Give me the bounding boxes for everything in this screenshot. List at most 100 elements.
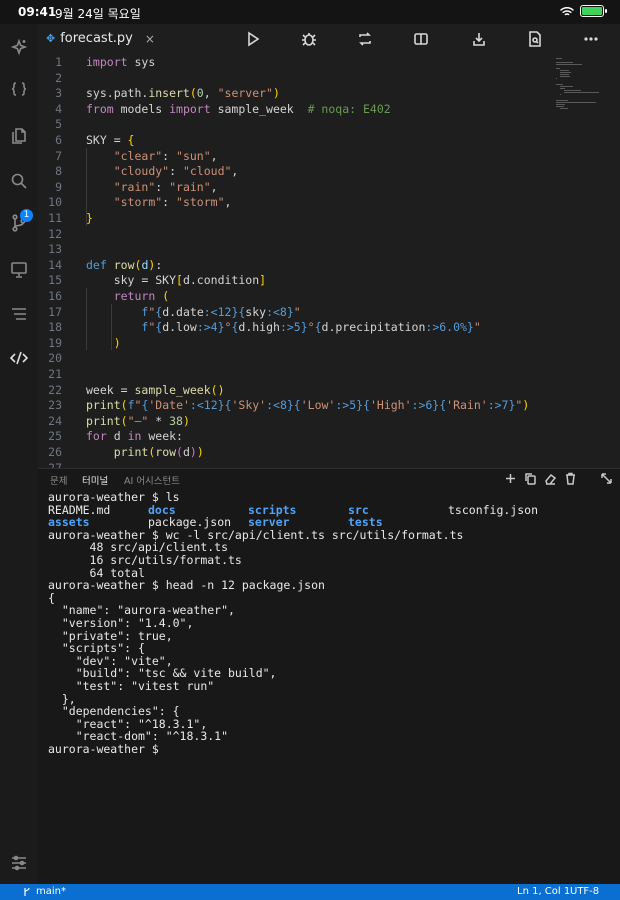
- minimap[interactable]: [556, 58, 600, 118]
- minimap-line: [556, 102, 596, 103]
- ls-directory: tests: [348, 515, 383, 530]
- debug-icon[interactable]: [300, 30, 318, 48]
- minimap-line: [560, 94, 561, 95]
- code-text: from models import sample_week # noqa: E…: [86, 101, 391, 116]
- files-icon[interactable]: [7, 124, 31, 148]
- ls-output: README.md docs scripts src tsconfig.json asse…: [48, 503, 618, 530]
- code-text: ): [113, 335, 121, 350]
- settings-sliders-icon[interactable]: [7, 851, 31, 875]
- indent-guide: [86, 147, 87, 226]
- ios-status-bar: 09:41 9월 24일 목요일: [0, 0, 620, 24]
- system-icons: [560, 5, 607, 17]
- run-icon[interactable]: [244, 30, 262, 48]
- terminal-line: "test": "vitest run": [48, 678, 215, 693]
- search-icon[interactable]: [7, 169, 31, 193]
- code-line: 6 SKY = {: [38, 132, 134, 148]
- line-number: 8: [55, 164, 62, 179]
- indent-guide: [86, 288, 87, 351]
- trash-icon[interactable]: [564, 472, 577, 485]
- code-text: SKY = {: [86, 133, 135, 147]
- terminal-line: "dependencies": {: [48, 704, 180, 719]
- code-line: 25 for d in week:: [38, 428, 183, 444]
- code-text: "clear": "sun",: [113, 148, 218, 163]
- more-options-icon[interactable]: [582, 30, 600, 48]
- minimap-line: [560, 74, 569, 75]
- activity-bar: 1: [0, 24, 38, 884]
- source-control-badge: 1: [20, 209, 33, 222]
- status-bar: main* Ln 1, Col 1 UTF-8: [0, 884, 620, 900]
- minimap-line: [560, 88, 565, 89]
- code-line: 19 ): [38, 335, 121, 351]
- tab-terminal[interactable]: 터미널: [82, 473, 108, 487]
- tab-forecast-py[interactable]: ✥ forecast.py ×: [38, 24, 155, 54]
- preview-doc-icon[interactable]: [526, 30, 544, 48]
- code-line: 21: [38, 366, 62, 382]
- line-number: 10: [48, 195, 62, 210]
- minimap-line: [560, 70, 569, 71]
- line-number: 4: [55, 101, 62, 116]
- battery-icon: [580, 5, 607, 17]
- terminal-line: aurora-weather $ ls: [48, 490, 180, 504]
- line-number: 27: [48, 460, 62, 468]
- minimap-line: [560, 86, 574, 87]
- terminal-line: aurora-weather $: [48, 741, 159, 756]
- tab-problems[interactable]: 문제: [50, 473, 67, 487]
- code-text: return (: [113, 289, 170, 303]
- download-icon[interactable]: [470, 30, 488, 48]
- editor-tab-bar: ✥ forecast.py ×: [38, 24, 620, 54]
- minimap-line: [556, 100, 568, 101]
- minimap-line: [556, 68, 561, 69]
- code-line: 9 "rain": "rain",: [38, 179, 218, 195]
- maximize-panel-icon[interactable]: [600, 472, 613, 485]
- minimap-line: [556, 84, 563, 85]
- clear-eraser-icon[interactable]: [544, 472, 557, 485]
- minimap-line: [556, 78, 557, 79]
- line-number: 21: [48, 367, 62, 381]
- minimap-line: [560, 108, 568, 109]
- code-line: 27: [38, 460, 62, 468]
- branch-name: main*: [36, 886, 66, 897]
- wifi-icon: [560, 6, 574, 15]
- terminal-line: aurora-weather $ head -n 12 package.json: [48, 578, 325, 593]
- code-icon[interactable]: [7, 346, 31, 370]
- new-terminal-icon[interactable]: [504, 472, 517, 485]
- git-branch[interactable]: main*: [22, 886, 66, 897]
- file-encoding[interactable]: UTF-8: [570, 886, 599, 897]
- code-line: 1 import sys: [38, 54, 155, 70]
- terminal-line: "react-dom": "^18.3.1": [48, 729, 229, 744]
- copy-icon[interactable]: [524, 472, 537, 485]
- code-line: 17 f"{d.date:<12}{sky:<8}": [38, 304, 301, 320]
- code-text: print(row(d)): [113, 445, 204, 459]
- repeat-icon[interactable]: [356, 30, 374, 48]
- close-tab-icon[interactable]: ×: [145, 32, 155, 46]
- tab-ai-assistant[interactable]: AI 어시스턴트: [124, 473, 180, 487]
- code-line: 15 sky = SKY[d.condition]: [38, 272, 266, 288]
- split-editor-icon[interactable]: [412, 30, 430, 48]
- minimap-line: [556, 62, 573, 63]
- code-line: 22 week = sample_week(): [38, 382, 224, 398]
- date: 9월 24일 목요일: [55, 7, 141, 21]
- cursor-position[interactable]: Ln 1, Col 1: [517, 886, 570, 897]
- remote-monitor-icon[interactable]: [7, 258, 31, 282]
- line-number: 12: [48, 226, 62, 241]
- indent-guide: [111, 303, 112, 351]
- braces-icon[interactable]: [7, 78, 31, 102]
- ai-sparkle-icon[interactable]: [7, 36, 31, 60]
- line-number: 9: [55, 179, 62, 194]
- terminal-output[interactable]: aurora-weather $ ls README.md docs scripts…: [48, 491, 618, 755]
- source-control-icon[interactable]: 1: [7, 209, 33, 235]
- code-line: 18 f"{d.low:>4}°{d.high:>5}°{d.precipita…: [38, 319, 481, 335]
- code-text: f"{d.low:>4}°{d.high:>5}°{d.precipitatio…: [141, 320, 481, 335]
- code-text: }: [86, 211, 93, 225]
- line-number: 25: [48, 429, 62, 444]
- outline-list-icon[interactable]: [7, 302, 31, 326]
- code-editor[interactable]: 1 import sys 2 3 sys.path.insert(0, "server"…: [38, 54, 620, 468]
- line-number: 24: [48, 413, 62, 428]
- terminal-lines: aurora-weather $ wc -l src/api/client.ts…: [48, 529, 618, 756]
- line-number: 22: [48, 382, 62, 397]
- terminal-line: "version": "1.4.0",: [48, 615, 194, 630]
- code-text: for d in week:: [86, 429, 183, 444]
- code-text: "cloudy": "cloud",: [113, 164, 239, 179]
- line-number: 18: [48, 320, 62, 335]
- line-number: 11: [48, 211, 62, 225]
